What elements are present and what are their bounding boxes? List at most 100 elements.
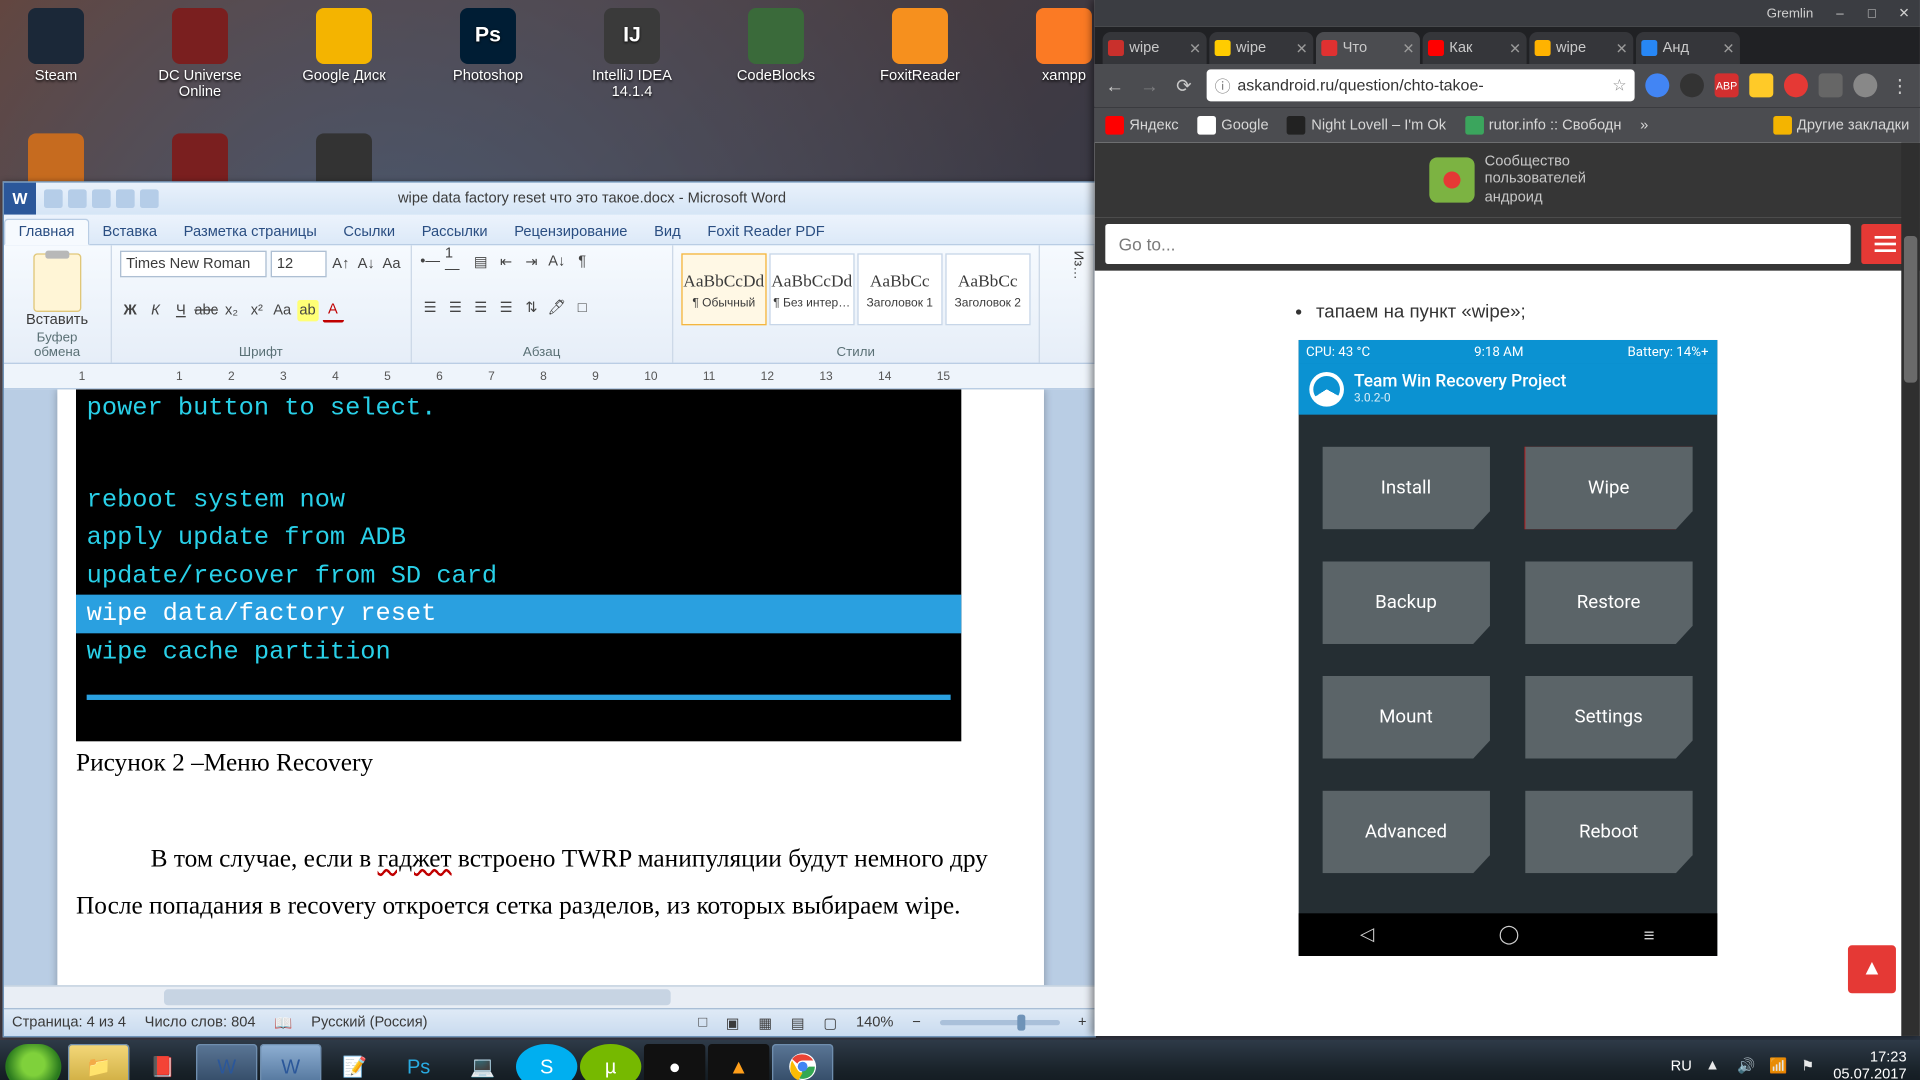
taskbar-photoshop-icon[interactable]: Ps — [388, 1044, 449, 1080]
chrome-menu-icon[interactable]: ⋮ — [1888, 73, 1912, 97]
desktop-icon[interactable]: PsPhotoshop — [440, 8, 536, 100]
spellcheck-icon[interactable]: 📖 — [274, 1014, 292, 1031]
subscript-icon[interactable]: x₂ — [221, 299, 242, 320]
vertical-scrollbar[interactable] — [1901, 143, 1920, 1036]
align-left-icon[interactable]: ☰ — [420, 297, 441, 318]
extension-icon[interactable] — [1853, 73, 1877, 97]
back-icon[interactable]: ← — [1103, 73, 1127, 97]
ribbon-tab[interactable]: Foxit Reader PDF — [694, 220, 838, 244]
indent-dec-icon[interactable]: ⇤ — [496, 251, 517, 272]
ribbon-tab[interactable]: Рецензирование — [501, 220, 641, 244]
paste-label[interactable]: Вставить — [26, 312, 88, 328]
status-language[interactable]: Русский (Россия) — [311, 1015, 427, 1031]
multilevel-icon[interactable]: ▤ — [470, 251, 491, 272]
minimize-icon[interactable]: – — [1824, 3, 1856, 24]
taskbar-skype-icon[interactable]: S — [516, 1044, 577, 1080]
view-web-icon[interactable]: ▦ — [758, 1014, 772, 1031]
borders-icon[interactable]: □ — [572, 297, 593, 318]
taskbar-explorer-icon[interactable]: 📁 — [68, 1044, 129, 1080]
desktop-icon[interactable]: Google Диск — [296, 8, 392, 100]
paste-button[interactable] — [33, 253, 81, 312]
page-content[interactable]: Сообщество пользователей андроид Go to..… — [1095, 143, 1920, 1036]
shading-icon[interactable]: 🖊 — [546, 297, 567, 318]
zoom-out-icon[interactable]: − — [912, 1015, 921, 1031]
taskbar-app-icon[interactable]: 💻 — [452, 1044, 513, 1080]
taskbar-word-icon[interactable]: W — [196, 1044, 257, 1080]
tab-close-icon[interactable]: ✕ — [1509, 39, 1521, 56]
bookmark-item[interactable]: Яндекс — [1105, 116, 1178, 135]
desktop-icon[interactable]: FoxitReader — [872, 8, 968, 100]
document-area[interactable]: power button to select. reboot system no… — [4, 389, 1095, 985]
zoom-slider[interactable] — [939, 1020, 1059, 1025]
reload-icon[interactable]: ⟳ — [1172, 73, 1196, 97]
tab-close-icon[interactable]: ✕ — [1402, 39, 1414, 56]
view-fullscreen-icon[interactable]: ▣ — [726, 1014, 740, 1031]
tray-chevron-up-icon[interactable]: ▲ — [1705, 1057, 1724, 1076]
tray-volume-icon[interactable]: 🔊 — [1737, 1057, 1756, 1076]
browser-tab[interactable]: wipe✕ — [1103, 32, 1207, 64]
view-draft-icon[interactable]: ▢ — [823, 1014, 837, 1031]
bookmark-item[interactable]: Google — [1197, 116, 1268, 135]
site-info-icon[interactable]: ⓘ — [1215, 74, 1231, 97]
numbering-icon[interactable]: 1— — [445, 251, 466, 272]
taskbar-utorrent-icon[interactable]: µ — [580, 1044, 641, 1080]
ribbon-tab[interactable]: Вставка — [89, 220, 170, 244]
extension-icon[interactable] — [1784, 73, 1808, 97]
chrome-profile-name[interactable]: Gremlin — [1767, 6, 1814, 21]
view-print-layout-icon[interactable]: □ — [698, 1015, 707, 1031]
taskbar-app-icon[interactable]: 📕 — [132, 1044, 193, 1080]
strike-icon[interactable]: abc — [196, 299, 217, 320]
ribbon-tab[interactable]: Разметка страницы — [170, 220, 330, 244]
tray-network-icon[interactable]: 📶 — [1769, 1057, 1788, 1076]
tab-close-icon[interactable]: ✕ — [1296, 39, 1308, 56]
font-family-select[interactable]: Times New Roman — [120, 251, 267, 278]
align-right-icon[interactable]: ☰ — [470, 297, 491, 318]
text-effects-icon[interactable]: Aa — [272, 299, 293, 320]
tab-close-icon[interactable]: ✕ — [1722, 39, 1734, 56]
tab-close-icon[interactable]: ✕ — [1616, 39, 1628, 56]
ribbon-tab[interactable]: Вид — [641, 220, 694, 244]
extension-icon[interactable] — [1749, 73, 1773, 97]
horizontal-scrollbar[interactable] — [4, 985, 1095, 1008]
align-center-icon[interactable]: ☰ — [445, 297, 466, 318]
superscript-icon[interactable]: x² — [246, 299, 267, 320]
justify-icon[interactable]: ☰ — [496, 297, 517, 318]
style-item[interactable]: AaBbCcЗаголовок 1 — [857, 253, 942, 325]
style-item[interactable]: AaBbCcDd¶ Без интер… — [769, 253, 854, 325]
desktop-icon[interactable]: DC Universe Online — [152, 8, 248, 100]
status-page[interactable]: Страница: 4 из 4 — [12, 1015, 126, 1031]
taskbar-word-icon[interactable]: W — [260, 1044, 321, 1080]
style-item[interactable]: AaBbCcЗаголовок 2 — [945, 253, 1030, 325]
zoom-in-icon[interactable]: + — [1078, 1015, 1087, 1031]
sort-icon[interactable]: A↓ — [546, 251, 567, 272]
word-titlebar[interactable]: W wipe data factory reset что это такое.… — [4, 183, 1095, 215]
taskbar-app-icon[interactable]: 📝 — [324, 1044, 385, 1080]
quick-access-toolbar[interactable] — [44, 189, 159, 208]
browser-tab[interactable]: wipe✕ — [1209, 32, 1313, 64]
ribbon-tab[interactable]: Ссылки — [330, 220, 408, 244]
tab-close-icon[interactable]: ✕ — [1189, 39, 1201, 56]
taskbar-app-icon[interactable]: ● — [644, 1044, 705, 1080]
bullets-icon[interactable]: •— — [420, 251, 441, 272]
underline-icon[interactable]: Ч — [170, 299, 191, 320]
chrome-window-frame[interactable]: Gremlin – □ ✕ — [1095, 0, 1920, 27]
ribbon-tab[interactable]: Главная — [4, 219, 89, 246]
status-wordcount[interactable]: Число слов: 804 — [145, 1015, 256, 1031]
line-spacing-icon[interactable]: ⇅ — [521, 297, 542, 318]
taskbar-chrome-icon[interactable] — [772, 1044, 833, 1080]
change-case-icon[interactable]: Aa — [381, 253, 402, 274]
extension-icon[interactable] — [1680, 73, 1704, 97]
shrink-font-icon[interactable]: A↓ — [356, 253, 377, 274]
browser-tab[interactable]: wipe✕ — [1529, 32, 1633, 64]
indent-inc-icon[interactable]: ⇥ — [521, 251, 542, 272]
extension-icon[interactable] — [1819, 73, 1843, 97]
browser-tab[interactable]: Анд✕ — [1636, 32, 1740, 64]
desktop-icon[interactable]: CodeBlocks — [728, 8, 824, 100]
desktop-icon[interactable]: IJIntelliJ IDEA 14.1.4 — [584, 8, 680, 100]
italic-icon[interactable]: К — [145, 299, 166, 320]
taskbar-aimp-icon[interactable]: ▲ — [708, 1044, 769, 1080]
bookmark-item[interactable]: Night Lovell – I'm Ok — [1287, 116, 1446, 135]
scroll-to-top-button[interactable]: ▲ — [1848, 945, 1896, 993]
goto-select[interactable]: Go to... — [1105, 224, 1850, 264]
extension-adblock-icon[interactable]: ABP — [1715, 73, 1739, 97]
